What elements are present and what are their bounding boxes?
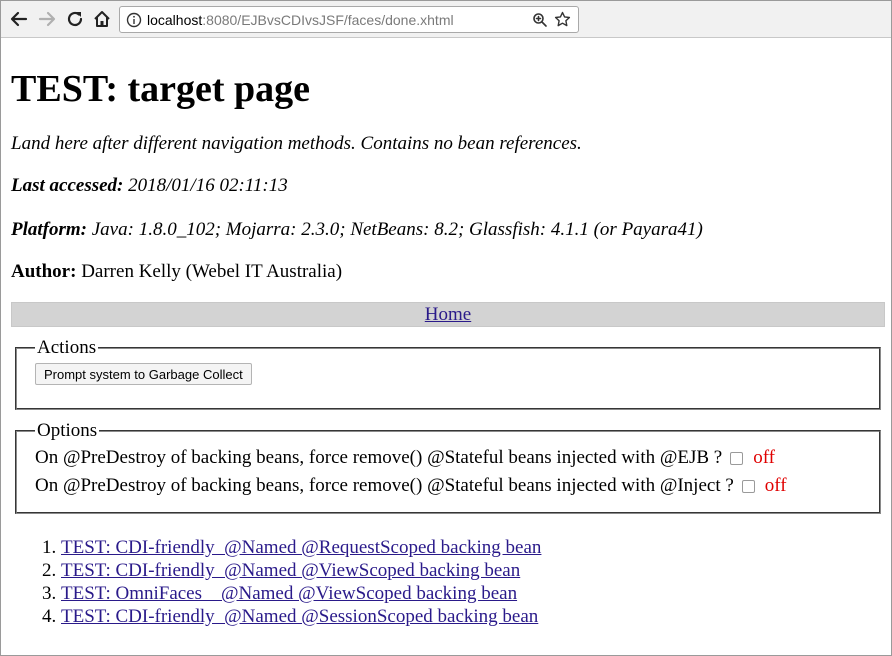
option-state-inject: off	[764, 475, 787, 496]
test-links-list: TEST: CDI-friendly @Named @RequestScoped…	[11, 536, 885, 628]
option-checkbox-inject[interactable]	[741, 479, 755, 493]
garbage-collect-button[interactable]: Prompt system to Garbage Collect	[35, 363, 252, 385]
list-item: TEST: CDI-friendly @Named @ViewScoped ba…	[61, 559, 885, 582]
home-icon[interactable]	[90, 7, 114, 31]
platform-value: Java: 1.8.0_102; Mojarra: 2.3.0; NetBean…	[87, 219, 703, 240]
last-accessed-value: 2018/01/16 02:11:13	[123, 175, 288, 196]
options-legend: Options	[37, 420, 98, 441]
option-row-ejb: On @PreDestroy of backing beans, force r…	[35, 444, 863, 472]
list-item: TEST: OmniFaces @Named @ViewScoped backi…	[61, 582, 885, 605]
author-value: Darren Kelly (Webel IT Australia)	[76, 261, 343, 282]
address-bar[interactable]: localhost:8080/EJBvsCDIvsJSF/faces/done.…	[119, 6, 579, 33]
info-icon[interactable]	[126, 12, 142, 31]
actions-fieldset: Actions Prompt system to Garbage Collect	[15, 337, 881, 410]
last-accessed-label: Last accessed:	[11, 175, 124, 196]
list-item: TEST: CDI-friendly @Named @SessionScoped…	[61, 605, 885, 628]
home-link[interactable]: Home	[425, 304, 471, 325]
last-accessed: Last accessed: 2018/01/16 02:11:13	[11, 175, 885, 197]
url-path: :8080/EJBvsCDIvsJSF/faces/done.xhtml	[202, 12, 454, 28]
option-state-ejb: off	[753, 447, 776, 468]
page-description: Land here after different navigation met…	[11, 133, 582, 154]
list-item: TEST: CDI-friendly @Named @RequestScoped…	[61, 536, 885, 559]
browser-window: localhost:8080/EJBvsCDIvsJSF/faces/done.…	[0, 0, 892, 656]
star-icon[interactable]	[554, 11, 571, 31]
option-row-inject: On @PreDestroy of backing beans, force r…	[35, 472, 863, 500]
platform-info: Platform: Java: 1.8.0_102; Mojarra: 2.3.…	[11, 219, 885, 241]
test-link-request-scoped[interactable]: TEST: CDI-friendly @Named @RequestScoped…	[61, 537, 541, 558]
options-fieldset: Options On @PreDestroy of backing beans,…	[15, 420, 881, 514]
page-content: TEST: target page Land here after differ…	[11, 38, 885, 628]
option-checkbox-ejb[interactable]	[730, 451, 744, 465]
reload-icon[interactable]	[63, 7, 87, 31]
option-label-inject: On @PreDestroy of backing beans, force r…	[35, 475, 734, 496]
url-text: localhost:8080/EJBvsCDIvsJSF/faces/done.…	[147, 12, 454, 28]
browser-toolbar: localhost:8080/EJBvsCDIvsJSF/faces/done.…	[1, 1, 891, 38]
page-title: TEST: target page	[11, 68, 311, 110]
test-link-session-scoped[interactable]: TEST: CDI-friendly @Named @SessionScoped…	[61, 606, 538, 627]
nav-bar: Home	[11, 302, 885, 327]
author-info: Author: Darren Kelly (Webel IT Australia…	[11, 261, 885, 283]
platform-label: Platform:	[11, 219, 87, 240]
url-host: localhost	[147, 12, 203, 28]
zoom-icon[interactable]	[532, 12, 548, 31]
author-label: Author:	[11, 261, 77, 282]
forward-arrow-icon[interactable]	[35, 7, 59, 31]
back-arrow-icon[interactable]	[7, 7, 31, 31]
option-label-ejb: On @PreDestroy of backing beans, force r…	[35, 447, 723, 468]
test-link-view-scoped[interactable]: TEST: CDI-friendly @Named @ViewScoped ba…	[61, 560, 520, 581]
actions-legend: Actions	[37, 337, 97, 358]
test-link-omnifaces-view-scoped[interactable]: TEST: OmniFaces @Named @ViewScoped backi…	[61, 583, 517, 604]
